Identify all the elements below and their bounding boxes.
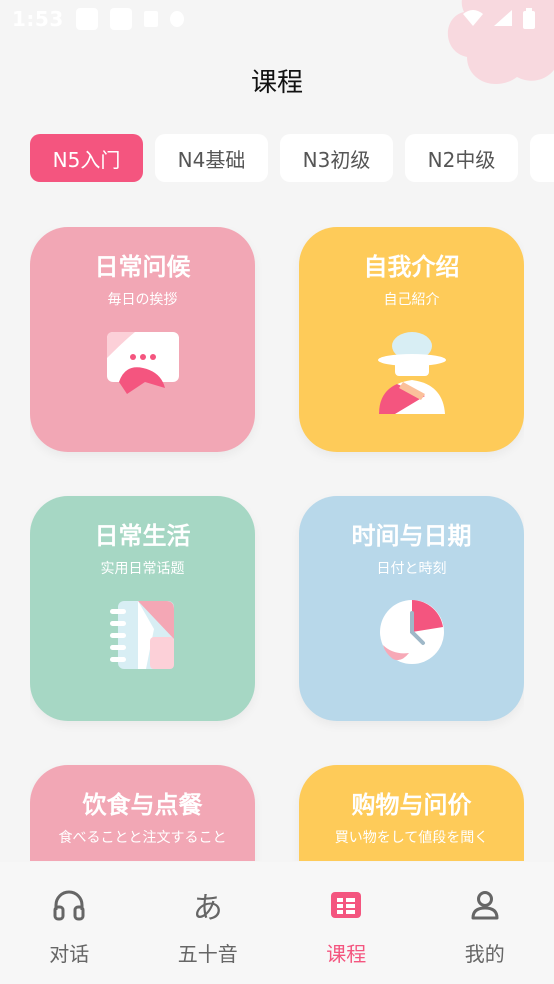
tab-more[interactable] xyxy=(530,134,554,182)
headphones-icon xyxy=(53,890,85,921)
signal-icon xyxy=(494,10,512,26)
notification-icon xyxy=(109,8,132,30)
notebook-icon xyxy=(109,601,174,669)
bug-icon xyxy=(169,11,184,27)
person-hat-icon xyxy=(377,332,446,414)
card-subtitle: 食べることと注文すること xyxy=(58,830,227,846)
nav-label: 我的 xyxy=(464,942,505,966)
nav-item-conversation[interactable]: 对话 xyxy=(0,862,139,984)
tab-n4[interactable]: N4基础 xyxy=(155,134,268,182)
wifi-icon xyxy=(463,10,483,26)
chat-bubble-icon xyxy=(106,332,179,394)
course-card-shopping[interactable]: 购物与问价 買い物をして値段を聞く xyxy=(299,765,524,861)
nav-item-course[interactable]: 课程 xyxy=(277,862,416,984)
card-subtitle: 实用日常话题 xyxy=(100,561,185,577)
status-bar: 1:53 xyxy=(0,0,554,38)
person-icon xyxy=(471,891,499,920)
card-title: 日常问候 xyxy=(94,253,191,281)
nav-label: 对话 xyxy=(49,942,90,966)
card-title: 时间与日期 xyxy=(351,522,472,550)
tab-n2[interactable]: N2中级 xyxy=(405,134,518,182)
course-card-self-intro[interactable]: 自我介绍 自己紹介 xyxy=(299,227,524,452)
course-book-icon xyxy=(331,892,362,918)
card-title: 日常生活 xyxy=(94,522,191,550)
card-subtitle: 日付と時刻 xyxy=(376,561,447,577)
course-card-daily-life[interactable]: 日常生活 实用日常话题 xyxy=(30,496,255,721)
hiragana-a-icon: あ xyxy=(192,891,223,926)
notification-icon xyxy=(75,8,98,30)
course-card-time-date[interactable]: 时间与日期 日付と時刻 xyxy=(299,496,524,721)
card-title: 购物与问价 xyxy=(351,791,472,819)
sim-icon xyxy=(143,11,158,27)
nav-item-profile[interactable]: 我的 xyxy=(416,862,554,984)
clock-icon xyxy=(379,600,444,664)
nav-item-kana[interactable]: あ 五十音 xyxy=(139,862,278,984)
card-title: 饮食与点餐 xyxy=(82,791,203,819)
tab-n3[interactable]: N3初级 xyxy=(280,134,393,182)
course-card-greetings[interactable]: 日常问候 毎日の挨拶 xyxy=(30,227,255,452)
nav-label: 课程 xyxy=(326,942,367,966)
card-title: 自我介绍 xyxy=(363,253,460,281)
level-tabs: N5入门 N4基础 N3初级 N2中级 xyxy=(30,134,554,184)
course-card-food[interactable]: 饮食与点餐 食べることと注文すること xyxy=(30,765,255,861)
card-subtitle: 毎日の挨拶 xyxy=(107,292,178,308)
bottom-nav: 对话 あ 五十音 课程 我的 xyxy=(0,862,554,984)
course-grid: 日常问候 毎日の挨拶 自我介绍 自己紹介 日常生活 实用日常话题 时间与日期 日… xyxy=(30,227,524,861)
status-time: 1:53 xyxy=(12,7,64,31)
card-subtitle: 自己紹介 xyxy=(383,292,440,308)
nav-label: 五十音 xyxy=(177,942,238,966)
page-title: 课程 xyxy=(250,68,303,98)
battery-icon xyxy=(523,8,535,29)
card-subtitle: 買い物をして値段を聞く xyxy=(334,830,489,846)
tab-n5[interactable]: N5入门 xyxy=(30,134,143,182)
